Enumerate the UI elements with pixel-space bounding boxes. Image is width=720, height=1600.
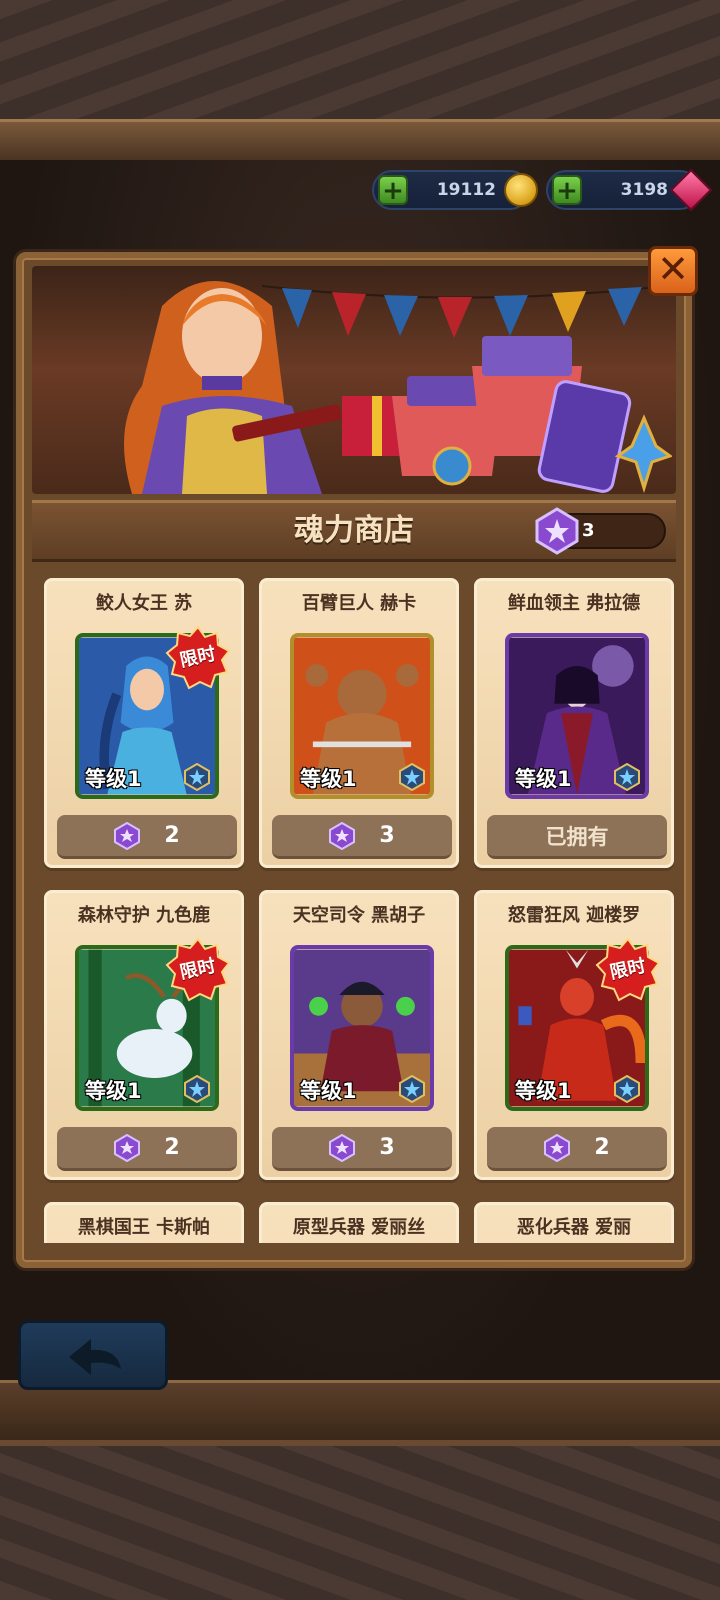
hero-badge-icon (399, 763, 425, 791)
hero-card[interactable]: 黑棋国王 卡斯帕 (44, 1202, 244, 1243)
price-value: 3 (379, 1135, 395, 1160)
hero-card[interactable]: 原型兵器 爱丽丝 (259, 1202, 459, 1243)
shop-title-bar: 魂力商店 3 (32, 500, 676, 562)
gold-value: 19112 (436, 180, 496, 200)
hero-badge-icon (614, 1075, 640, 1103)
owned-label: 已拥有 (545, 824, 609, 849)
hero-card[interactable]: 恶化兵器 爱丽 (474, 1202, 674, 1243)
hero-card[interactable]: 怒雷狂风 迦楼罗 等级1 限时 2 (474, 890, 674, 1180)
close-icon: ✕ (657, 247, 689, 291)
hero-portrait: 等级1 (505, 633, 649, 799)
diamond-counter: + 3198 (546, 168, 713, 212)
soul-points-value: 3 (582, 520, 595, 541)
hero-portrait: 等级1 (290, 633, 434, 799)
top-wood-frame (0, 0, 720, 160)
hero-card[interactable]: 森林守护 九色鹿 等级1 限时 2 (44, 890, 244, 1180)
limited-time-badge: 限时 (165, 625, 231, 691)
buy-button[interactable]: 2 (57, 815, 237, 859)
hero-name: 恶化兵器 爱丽 (516, 1217, 632, 1238)
plus-icon[interactable]: + (552, 175, 582, 205)
hero-level: 等级1 (300, 1079, 357, 1103)
hero-grid[interactable]: 鲛人女王 苏 等级1 限时 2 百臂巨人 赫卡 等级1 3 鲜血领主 弗拉德 等… (44, 578, 676, 1243)
owned-button: 已拥有 (487, 815, 667, 859)
soul-gem-icon (535, 507, 579, 555)
soul-gem-icon (329, 821, 356, 850)
hero-name: 鲛人女王 苏 (95, 593, 193, 614)
hero-name: 百臂巨人 赫卡 (301, 593, 417, 614)
soul-gem-icon (329, 1133, 356, 1162)
soul-gem-icon (114, 1133, 141, 1162)
price-value: 2 (164, 823, 180, 848)
buy-button[interactable]: 2 (487, 1127, 667, 1171)
hero-card[interactable]: 百臂巨人 赫卡 等级1 3 (259, 578, 459, 868)
soul-gem-icon (544, 1133, 571, 1162)
hero-portrait: 等级1 (290, 945, 434, 1111)
hero-level: 等级1 (85, 1079, 142, 1103)
hero-badge-icon (184, 763, 210, 791)
back-arrow-icon (69, 1339, 121, 1375)
back-button[interactable] (18, 1320, 168, 1390)
shop-banner (32, 266, 676, 494)
hero-level: 等级1 (515, 1079, 572, 1103)
hero-name: 怒雷狂风 迦楼罗 (507, 905, 641, 926)
hero-card[interactable]: 鲛人女王 苏 等级1 限时 2 (44, 578, 244, 868)
limited-time-badge: 限时 (595, 937, 661, 1003)
soul-shop-panel: 魂力商店 3 鲛人女王 苏 等级1 限时 2 百臂巨人 赫卡 等级1 3 鲜血领… (16, 252, 692, 1268)
limited-time-badge: 限时 (165, 937, 231, 1003)
price-value: 3 (379, 823, 395, 848)
soul-points-counter: 3 (535, 507, 666, 555)
bottom-wood-frame (0, 1440, 720, 1600)
close-button[interactable]: ✕ (648, 246, 698, 296)
hero-card[interactable]: 天空司令 黑胡子 等级1 3 (259, 890, 459, 1180)
hero-badge-icon (399, 1075, 425, 1103)
shopkeeper-illustration (124, 281, 342, 494)
diamond-value: 3198 (620, 180, 668, 200)
hero-name: 天空司令 黑胡子 (292, 905, 426, 926)
price-value: 2 (164, 1135, 180, 1160)
hero-name: 原型兵器 爱丽丝 (292, 1217, 426, 1238)
hero-name: 鲜血领主 弗拉德 (507, 593, 641, 614)
hero-level: 等级1 (515, 767, 572, 791)
price-value: 2 (594, 1135, 610, 1160)
hero-card[interactable]: 鲜血领主 弗拉德 等级1 已拥有 (474, 578, 674, 868)
hero-level: 等级1 (300, 767, 357, 791)
gold-coin-icon (504, 173, 538, 207)
hero-name: 森林守护 九色鹿 (77, 905, 211, 926)
buy-button[interactable]: 3 (272, 815, 452, 859)
hero-badge-icon (614, 763, 640, 791)
hero-name: 黑棋国王 卡斯帕 (77, 1217, 211, 1238)
hero-badge-icon (184, 1075, 210, 1103)
soul-gem-icon (114, 821, 141, 850)
buy-button[interactable]: 2 (57, 1127, 237, 1171)
plus-icon[interactable]: + (378, 175, 408, 205)
buy-button[interactable]: 3 (272, 1127, 452, 1171)
hero-level: 等级1 (85, 767, 142, 791)
treasure-chests-illustration (342, 336, 672, 494)
gold-counter: + 19112 (372, 170, 538, 210)
